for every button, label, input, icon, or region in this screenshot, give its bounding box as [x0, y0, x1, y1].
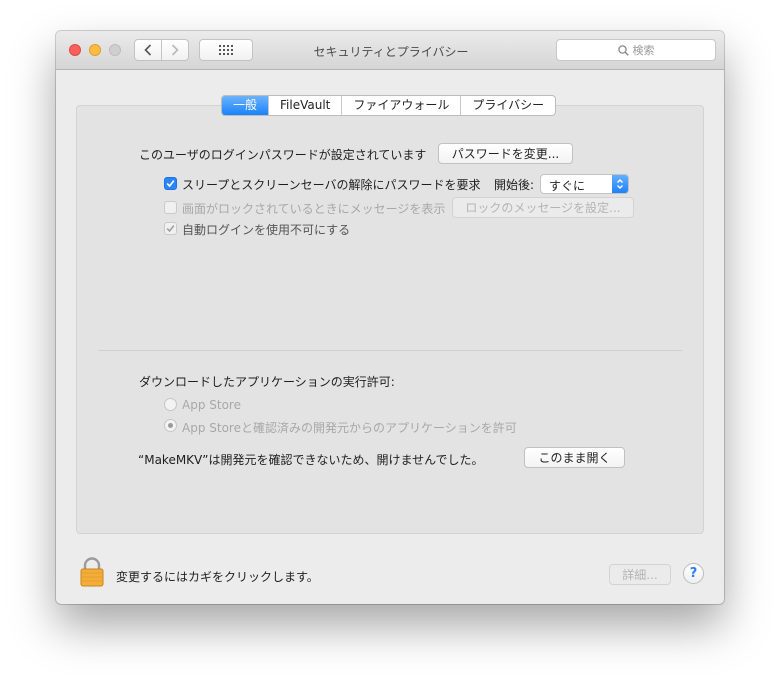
password-delay-value: すぐに — [549, 179, 586, 193]
preferences-window: セキュリティとプライバシー 検索 一般 FileVault ファイアウォール プ… — [56, 31, 724, 604]
require-password-label: スリープとスクリーンセーバの解除にパスワードを要求 — [182, 178, 481, 192]
allow-apps-heading: ダウンロードしたアプリケーションの実行許可: — [139, 375, 395, 389]
change-password-button[interactable]: パスワードを変更... — [438, 143, 573, 164]
disable-auto-login-checkbox[interactable] — [164, 222, 177, 235]
section-divider — [98, 350, 682, 351]
lock-hint-text: 変更するにはカギをクリックします。 — [116, 570, 319, 584]
minimize-button[interactable] — [89, 44, 101, 56]
open-anyway-button[interactable]: このまま開く — [524, 447, 625, 468]
show-message-label: 画面がロックされているときにメッセージを表示 — [182, 202, 446, 216]
lock-icon — [80, 557, 104, 587]
password-status-text: このユーザのログインパスワードが設定されています — [139, 148, 427, 162]
require-password-checkbox[interactable] — [164, 177, 177, 190]
show-message-checkbox[interactable] — [164, 201, 177, 214]
set-lock-message-button[interactable]: ロックのメッセージを設定... — [452, 197, 634, 218]
tab-bar: 一般 FileVault ファイアウォール プライバシー — [221, 95, 557, 116]
tab-firewall[interactable]: ファイアウォール — [341, 96, 460, 115]
show-all-button[interactable] — [199, 39, 253, 61]
search-placeholder: 検索 — [632, 44, 655, 57]
tab-privacy[interactable]: プライバシー — [460, 96, 555, 115]
help-button[interactable]: ? — [683, 563, 704, 584]
zoom-button[interactable] — [109, 44, 121, 56]
title-bar: セキュリティとプライバシー 検索 — [56, 31, 724, 70]
blocked-app-message: “MakeMKV”は開発元を確認できないため、開けませんでした。 — [138, 453, 484, 467]
radio-app-store-identified[interactable] — [164, 419, 177, 432]
back-arrow-icon — [144, 44, 152, 56]
close-button[interactable] — [69, 44, 81, 56]
popup-arrows-icon — [612, 175, 628, 193]
checkmark-icon — [166, 225, 175, 233]
checkmark-icon — [166, 180, 175, 188]
tab-filevault[interactable]: FileVault — [268, 96, 341, 115]
radio-app-store-identified-label: App Storeと確認済みの開発元からのアプリケーションを許可 — [182, 421, 517, 435]
forward-button[interactable] — [161, 39, 189, 61]
forward-arrow-icon — [171, 44, 179, 56]
search-field[interactable]: 検索 — [556, 39, 716, 61]
back-button[interactable] — [134, 39, 162, 61]
grid-icon — [219, 45, 233, 55]
search-icon — [617, 44, 629, 56]
password-delay-select[interactable]: すぐに — [540, 174, 629, 194]
after-label: 開始後: — [494, 178, 535, 192]
tab-general[interactable]: 一般 — [222, 96, 269, 115]
tab-content-panel — [76, 105, 704, 534]
advanced-button[interactable]: 詳細... — [609, 564, 671, 585]
radio-app-store[interactable] — [164, 398, 177, 411]
window-title: セキュリティとプライバシー — [313, 45, 469, 59]
disable-auto-login-label: 自動ログインを使用不可にする — [182, 223, 351, 237]
radio-app-store-label: App Store — [182, 398, 241, 412]
lock-button[interactable] — [80, 557, 104, 590]
